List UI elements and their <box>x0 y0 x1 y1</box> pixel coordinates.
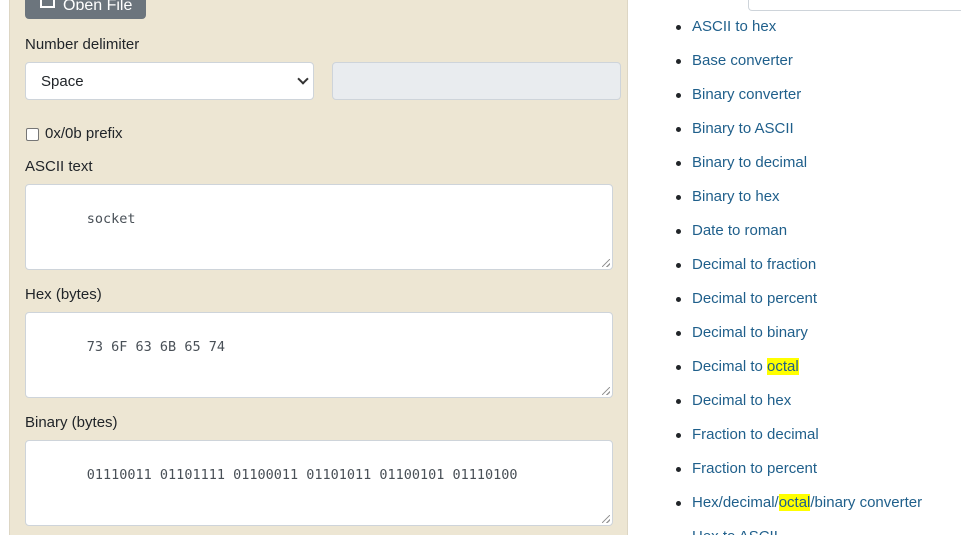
search-highlight: octal <box>778 494 811 511</box>
ascii-text-label: ASCII text <box>25 158 93 175</box>
link-text: Fraction to decimal <box>692 426 819 443</box>
link-text: Base converter <box>692 52 793 69</box>
list-item: Decimal to percent <box>676 282 922 316</box>
binary-textarea[interactable]: 01110011 01101111 01100011 01101011 0110… <box>25 440 613 526</box>
ascii-textarea[interactable]: socket <box>25 184 613 270</box>
list-item: Binary converter <box>676 78 922 112</box>
link-text: Decimal to hex <box>692 392 792 409</box>
list-item: Decimal to binary <box>676 316 922 350</box>
converter-link[interactable]: Base converter <box>692 52 793 69</box>
link-text: Decimal to <box>692 358 768 375</box>
converter-link[interactable]: Decimal to percent <box>692 290 817 307</box>
converter-link[interactable]: Hex/decimal/octal/binary converter <box>692 494 922 511</box>
resize-handle-icon[interactable] <box>602 387 610 395</box>
list-item: Fraction to decimal <box>676 418 922 452</box>
list-item: Hex/decimal/octal/binary converter <box>676 486 922 520</box>
list-item: Decimal to octal <box>676 350 922 384</box>
link-text: Date to roman <box>692 222 788 239</box>
list-item: Binary to ASCII <box>676 112 922 146</box>
binary-bytes-label: Binary (bytes) <box>25 414 118 431</box>
ascii-value: socket <box>86 211 136 227</box>
list-item: ASCII to hex <box>676 10 922 44</box>
hex-value: 73 6F 63 6B 65 74 <box>86 339 225 355</box>
page: Open File Number delimiter Space 0x/0b p… <box>0 0 961 535</box>
list-item: Hex to ASCII <box>676 520 922 535</box>
link-text: Binary to decimal <box>692 154 808 171</box>
list-item: Binary to decimal <box>676 146 922 180</box>
converter-link[interactable]: Fraction to decimal <box>692 426 819 443</box>
list-item: Binary to hex <box>676 180 922 214</box>
converter-link[interactable]: Hex to ASCII <box>692 528 778 535</box>
converter-link[interactable]: Fraction to percent <box>692 460 817 477</box>
list-item: Date to roman <box>676 214 922 248</box>
open-file-button[interactable]: Open File <box>25 0 146 19</box>
link-text: Decimal to fraction <box>692 256 817 273</box>
prefix-checkbox[interactable] <box>26 128 39 141</box>
link-text: /binary converter <box>810 494 923 511</box>
delimiter-selected-value: Space <box>41 72 84 90</box>
converter-link[interactable]: Binary to decimal <box>692 154 807 171</box>
list-item: Base converter <box>676 44 922 78</box>
search-highlight: octal <box>767 358 799 375</box>
delimiter-select[interactable]: Space <box>25 62 314 100</box>
list-item: Decimal to hex <box>676 384 922 418</box>
converter-link[interactable]: Binary converter <box>692 86 801 103</box>
resize-handle-icon[interactable] <box>602 259 610 267</box>
converter-link[interactable]: Decimal to octal <box>692 358 799 375</box>
link-text: Binary to hex <box>692 188 780 205</box>
link-text: Hex to ASCII <box>692 528 778 535</box>
link-text: ASCII to hex <box>692 18 777 35</box>
open-file-label: Open File <box>63 0 133 10</box>
custom-delimiter-input <box>332 62 621 100</box>
resize-handle-icon[interactable] <box>602 515 610 523</box>
converter-form-panel: Open File Number delimiter Space 0x/0b p… <box>9 0 628 535</box>
chevron-down-icon <box>297 73 309 85</box>
list-item: Fraction to percent <box>676 452 922 486</box>
link-text: Binary to ASCII <box>692 120 794 137</box>
number-delimiter-label: Number delimiter <box>25 36 140 53</box>
converter-link[interactable]: Decimal to fraction <box>692 256 816 273</box>
hex-textarea[interactable]: 73 6F 63 6B 65 74 <box>25 312 613 398</box>
link-text: Hex/decimal/ <box>692 494 779 511</box>
link-text: Fraction to percent <box>692 460 818 477</box>
converter-link[interactable]: Decimal to hex <box>692 392 791 409</box>
converter-link[interactable]: Decimal to binary <box>692 324 808 341</box>
list-item: Decimal to fraction <box>676 248 922 282</box>
prefix-label[interactable]: 0x/0b prefix <box>45 125 123 142</box>
related-converters-list: ASCII to hex Base converter Binary convert… <box>676 10 922 535</box>
hex-bytes-label: Hex (bytes) <box>25 286 102 303</box>
file-icon <box>40 0 55 8</box>
link-text: Decimal to percent <box>692 290 818 307</box>
converter-link[interactable]: Date to roman <box>692 222 787 239</box>
converter-link[interactable]: ASCII to hex <box>692 18 776 35</box>
binary-value: 01110011 01101111 01100011 01101011 0110… <box>86 467 518 483</box>
converter-link[interactable]: Binary to ASCII <box>692 120 794 137</box>
link-text: Binary converter <box>692 86 802 103</box>
link-text: Decimal to binary <box>692 324 808 341</box>
converter-link[interactable]: Binary to hex <box>692 188 780 205</box>
